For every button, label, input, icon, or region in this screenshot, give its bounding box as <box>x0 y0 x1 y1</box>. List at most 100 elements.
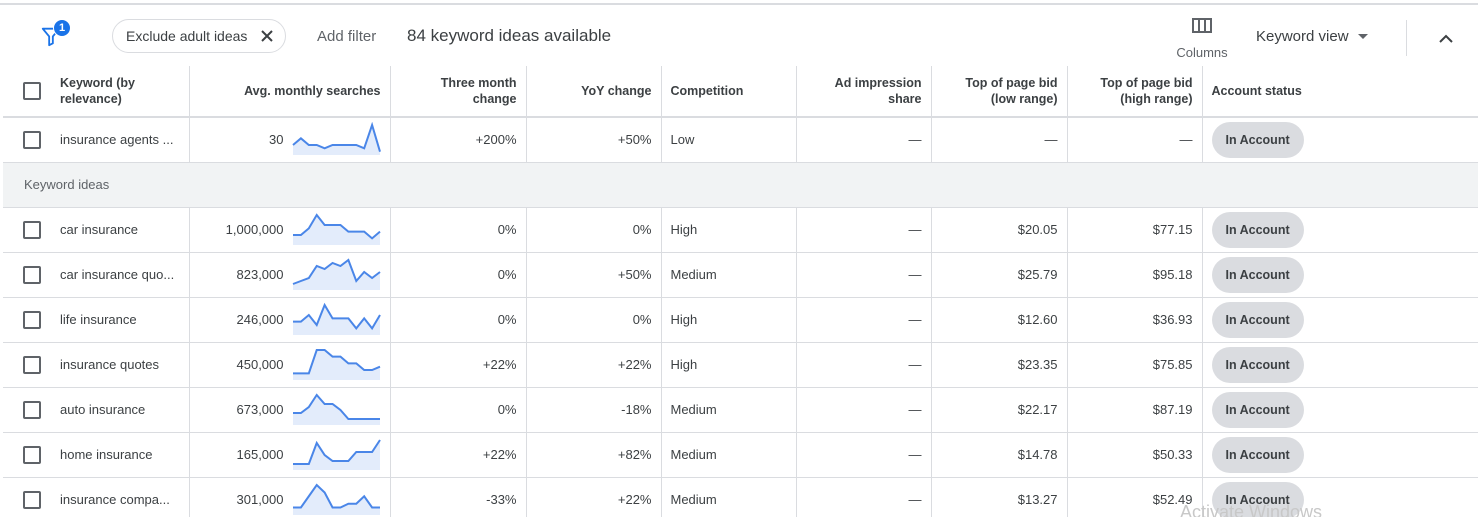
bid-high-cell: $77.15 <box>1067 207 1203 253</box>
sparkline-area <box>292 349 380 380</box>
table-body: insurance agents ... 30 +200% +50% Low — — — In … <box>3 117 1478 517</box>
account-status-badge[interactable]: In Account <box>1211 121 1304 158</box>
header-avg-monthly-searches[interactable]: Avg. monthly searches <box>189 66 391 118</box>
filter-count-badge: 1 <box>53 19 71 37</box>
searches-value: 30 <box>269 132 284 148</box>
competition-cell: Medium <box>661 252 797 298</box>
row-checkbox[interactable] <box>23 265 41 284</box>
searches-value: 246,000 <box>236 312 284 327</box>
header-competition[interactable]: Competition <box>661 66 797 118</box>
searches-value: 301,000 <box>236 492 284 507</box>
three-month-change-cell: 0% <box>390 387 527 433</box>
trend-sparkline <box>292 438 381 470</box>
bid-low-cell: $22.17 <box>931 387 1068 433</box>
three-month-change-cell: -33% <box>390 477 527 517</box>
ad-share-cell: — <box>796 297 932 343</box>
keyword-cell[interactable]: home insurance <box>51 432 190 478</box>
row-checkbox[interactable] <box>23 445 41 464</box>
yoy-change-cell: +22% <box>526 342 662 388</box>
keyword-cell[interactable]: life insurance <box>51 297 190 343</box>
account-status-badge[interactable]: In Account <box>1211 346 1304 383</box>
table-row[interactable]: auto insurance 673,000 0% -18% Medium — $22.17… <box>3 387 1478 433</box>
three-month-change-cell: +200% <box>390 117 527 163</box>
keyword-cell[interactable]: insurance quotes <box>51 342 190 388</box>
account-status-badge[interactable]: In Account <box>1211 391 1304 428</box>
yoy-change-cell: +22% <box>526 477 662 517</box>
keyword-cell[interactable]: car insurance quo... <box>51 252 190 298</box>
table-row[interactable]: insurance agents ... 30 +200% +50% Low — — — In … <box>3 117 1478 163</box>
activate-windows-watermark: Activate Windows <box>1180 502 1323 517</box>
filter-button[interactable]: 1 <box>38 19 71 49</box>
row-checkbox[interactable] <box>23 130 41 149</box>
trend-sparkline <box>292 212 381 245</box>
table-row[interactable]: car insurance quo... 823,000 0% +50% Medium —… <box>3 252 1478 298</box>
table-row[interactable]: life insurance 246,000 0% 0% High — $12.60 $36.… <box>3 297 1478 343</box>
table-row[interactable]: car insurance 1,000,000 0% 0% High — $20.05 $77… <box>3 207 1478 253</box>
table-row[interactable]: home insurance 165,000 +22% +82% Medium — $14.… <box>3 432 1478 478</box>
section-label: Keyword ideas <box>3 162 1478 208</box>
header-ad-impression-share[interactable]: Ad impression share <box>796 66 932 118</box>
competition-cell: High <box>661 207 797 253</box>
close-icon[interactable] <box>259 28 275 44</box>
caret-down-icon <box>1357 34 1368 39</box>
keyword-view-dropdown[interactable]: Keyword view <box>1256 28 1368 45</box>
columns-icon <box>1192 18 1212 33</box>
account-status-badge[interactable]: In Account <box>1211 211 1304 248</box>
sparkline-area <box>292 304 380 335</box>
header-three-month-change[interactable]: Three month change <box>390 66 527 118</box>
trend-sparkline <box>292 392 380 425</box>
columns-label: Columns <box>1176 45 1228 60</box>
trend-sparkline <box>292 348 380 380</box>
trend-sparkline <box>291 121 381 155</box>
competition-cell: High <box>661 342 797 388</box>
account-status-badge[interactable]: In Account <box>1211 256 1304 293</box>
header-keyword[interactable]: Keyword (by relevance) <box>51 66 190 118</box>
row-checkbox[interactable] <box>23 220 41 239</box>
competition-cell: Medium <box>661 477 797 517</box>
yoy-change-cell: +50% <box>526 117 662 163</box>
keyword-cell[interactable]: insurance agents ... <box>51 117 190 163</box>
three-month-change-cell: +22% <box>390 342 527 388</box>
header-bid-high[interactable]: Top of page bid (high range) <box>1067 66 1203 118</box>
competition-cell: Medium <box>661 432 797 478</box>
searches-value: 823,000 <box>236 267 284 282</box>
keyword-ideas-section-row: Keyword ideas <box>3 162 1478 208</box>
bid-high-cell: $75.85 <box>1067 342 1203 388</box>
yoy-change-cell: +82% <box>526 432 662 478</box>
bid-low-cell: $13.27 <box>931 477 1068 517</box>
three-month-change-cell: 0% <box>390 252 527 298</box>
columns-button[interactable]: Columns <box>1172 15 1232 65</box>
toolbar-divider <box>1406 20 1407 56</box>
select-all-checkbox[interactable] <box>23 82 41 100</box>
bid-high-cell: — <box>1067 117 1203 163</box>
ad-share-cell: — <box>796 117 932 163</box>
add-filter-button[interactable]: Add filter <box>317 28 376 45</box>
row-checkbox[interactable] <box>23 400 41 419</box>
account-status-badge[interactable]: In Account <box>1211 436 1304 473</box>
keyword-cell[interactable]: insurance compa... <box>51 477 190 517</box>
header-bid-low[interactable]: Top of page bid (low range) <box>931 66 1068 118</box>
ad-share-cell: — <box>796 387 932 433</box>
collapse-button[interactable] <box>1434 27 1458 51</box>
row-checkbox[interactable] <box>23 355 41 374</box>
keyword-cell[interactable]: auto insurance <box>51 387 190 433</box>
bid-low-cell: $12.60 <box>931 297 1068 343</box>
chevron-up-icon <box>1439 34 1453 43</box>
three-month-change-cell: 0% <box>390 207 527 253</box>
toolbar: 1 Exclude adult ideas Add filter 84 keyw… <box>0 3 1478 66</box>
account-status-badge[interactable]: In Account <box>1211 301 1304 338</box>
row-checkbox[interactable] <box>23 490 41 509</box>
searches-value: 1,000,000 <box>225 222 284 237</box>
row-checkbox[interactable] <box>23 310 41 329</box>
header-account-status[interactable]: Account status <box>1202 66 1478 118</box>
yoy-change-cell: -18% <box>526 387 662 433</box>
keyword-cell[interactable]: car insurance <box>51 207 190 253</box>
competition-cell: Medium <box>661 387 797 433</box>
keyword-view-label: Keyword view <box>1256 28 1349 45</box>
trend-sparkline <box>292 482 380 515</box>
competition-cell: Low <box>661 117 797 163</box>
filter-chip-exclude-adult[interactable]: Exclude adult ideas <box>112 19 287 53</box>
table-row[interactable]: insurance quotes 450,000 +22% +22% High — $23.… <box>3 342 1478 388</box>
header-yoy-change[interactable]: YoY change <box>526 66 662 118</box>
searches-value: 450,000 <box>236 357 284 372</box>
